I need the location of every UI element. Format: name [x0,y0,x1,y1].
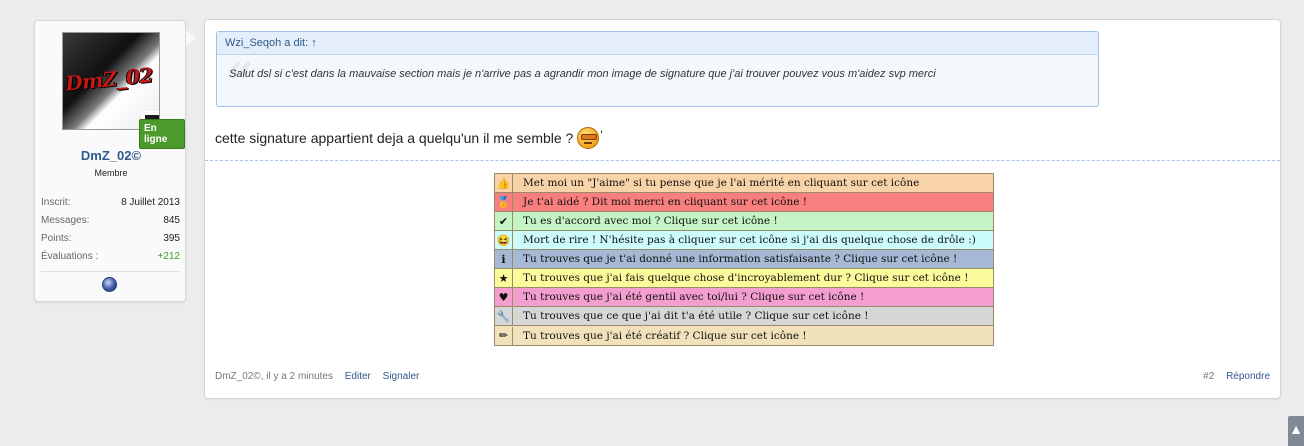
signature-text: Tu trouves que j'ai été créatif ? Clique… [523,329,807,342]
signature-row: ♥ Tu trouves que j'ai été gentil avec toi… [495,288,993,307]
signature-text: Mort de rire ! N'hésite pas à cliquer su… [523,234,976,246]
stat-points: Points: 395 [41,233,180,251]
avatar[interactable]: DmZ_02 [62,32,160,130]
stat-value: 8 Juillet 2013 [121,197,180,208]
quote-body: Salut dsl si c'est dans la mauvaise sect… [229,68,936,80]
post-footer: DmZ_02©, il y a 2 minutes Editer Signale… [215,371,419,382]
username-link[interactable]: DmZ_02© [35,148,187,163]
card-divider [41,271,180,272]
post-number-link[interactable]: #2 [1203,371,1214,382]
stat-value[interactable]: +212 [157,251,180,269]
globe-icon[interactable] [102,277,117,292]
post-meta[interactable]: DmZ_02©, il y a 2 minutes [215,371,333,382]
star-icon: ★ [495,269,513,287]
scroll-to-top-button[interactable]: ▲ [1288,416,1304,446]
stat-label: Messages: [41,215,90,226]
annoyed-smiley-icon [577,127,600,149]
message-trailing: ' [600,128,603,142]
signature-row: 🔧 Tu trouves que ce que j'ai dit t'a été … [495,307,993,326]
online-badge: En ligne [139,119,185,149]
signature-text: Tu trouves que j'ai été gentil avec toi/… [523,291,865,303]
quote-author-link[interactable]: Wzi_Seqoh a dit: ↑ [217,32,1098,55]
stat-value[interactable]: 845 [163,215,180,233]
signature-row: 😆 Mort de rire ! N'hésite pas à cliquer s… [495,231,993,250]
signature-text: Tu trouves que j'ai fais quelque chose d… [523,272,969,284]
wrench-icon: 🔧 [495,307,513,325]
stat-label: Inscrit: [41,197,71,208]
signature-row: ★ Tu trouves que j'ai fais quelque chose … [495,269,993,288]
signature-text: Tu trouves que je t'ai donné une informa… [523,253,958,265]
checkmark-icon: ✔ [495,212,513,230]
signature-text: Met moi un "J'aime" si tu pense que je l… [523,177,920,189]
signature-divider [205,160,1280,161]
signature-row: 👍 Met moi un "J'aime" si tu pense que je … [495,174,993,193]
signature-row: 🏅 Je t'ai aidé ? Dit moi merci en cliquan… [495,193,993,212]
stat-joined: Inscrit: 8 Juillet 2013 [41,197,180,215]
info-icon: ℹ [495,250,513,268]
post: Wzi_Seqoh a dit: ↑ “ Salut dsl si c'est … [204,19,1281,399]
laughing-smiley-icon: 😆 [495,231,513,249]
post-footer-right: #2 Répondre [1203,371,1270,382]
stat-label: Évaluations : [41,251,99,262]
signature-row: ℹ Tu trouves que je t'ai donné une inform… [495,250,993,269]
message-body: cette signature appartient deja a quelqu… [215,127,603,149]
heart-icon: ♥ [495,288,513,306]
stat-ratings: Évaluations : +212 [41,251,180,269]
quote-mark-icon: “ [228,54,254,105]
stat-value[interactable]: 395 [163,233,180,251]
signature-row: ✔ Tu es d'accord avec moi ? Clique sur ce… [495,212,993,231]
quote-block: Wzi_Seqoh a dit: ↑ “ Salut dsl si c'est … [216,31,1099,107]
signature-text: Tu es d'accord avec moi ? Clique sur cet… [523,215,778,227]
user-title: Membre [94,168,128,178]
stat-label: Points: [41,233,72,244]
pencil-icon: ✏ [495,326,513,345]
reply-link[interactable]: Répondre [1226,371,1270,382]
stat-messages: Messages: 845 [41,215,180,233]
thumbs-up-icon: 👍 [495,174,513,192]
report-link[interactable]: Signaler [383,371,420,382]
award-icon: 🏅 [495,193,513,211]
signature-table: 👍 Met moi un "J'aime" si tu pense que je … [494,173,994,346]
signature-text: Tu trouves que ce que j'ai dit t'a été u… [523,310,869,322]
card-arrow [186,30,196,46]
user-stats: Inscrit: 8 Juillet 2013 Messages: 845 Po… [41,197,180,269]
edit-link[interactable]: Editer [345,371,371,382]
signature-text: Je t'ai aidé ? Dit moi merci en cliquant… [523,196,807,208]
message-text: cette signature appartient deja a quelqu… [215,130,574,146]
avatar-logo: DmZ_02 [63,62,154,96]
signature-row: ✏ Tu trouves que j'ai été créatif ? Cliqu… [495,326,993,345]
user-card: DmZ_02 En ligne DmZ_02© Membre Inscrit: … [34,20,186,302]
